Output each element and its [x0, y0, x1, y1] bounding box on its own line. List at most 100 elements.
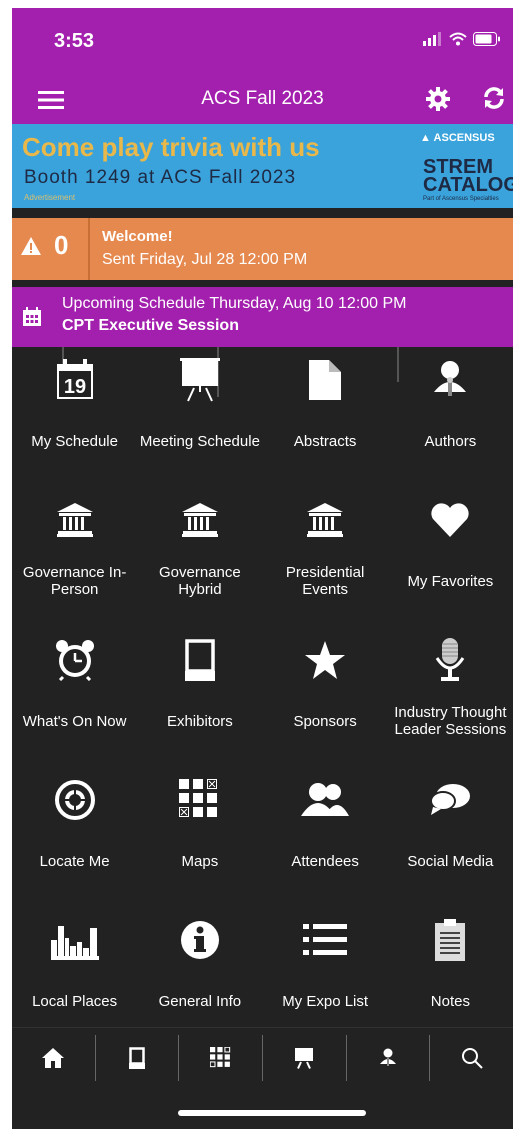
tile-presidential-events[interactable]: Presidential Events: [263, 487, 388, 627]
notification-title: Welcome!: [102, 228, 173, 245]
signal-icon: [423, 32, 441, 46]
speaker-icon: [434, 361, 467, 396]
gear-icon[interactable]: [425, 86, 451, 117]
speaker-icon: [380, 1048, 397, 1066]
tile-label: My Favorites: [407, 572, 494, 590]
bottom-tab-bar: [12, 1027, 513, 1088]
tile-attendees[interactable]: Attendees: [263, 767, 388, 907]
upcoming-session: CPT Executive Session: [62, 317, 239, 334]
tile-social-media[interactable]: Social Media: [388, 767, 513, 907]
notification-banner[interactable]: 0 Welcome! Sent Friday, Jul 28 12:00 PM: [12, 218, 513, 280]
sync-icon[interactable]: [482, 86, 506, 115]
ad-product-note: Part of Ascensus Specialties: [423, 196, 499, 202]
tile-sponsors[interactable]: Sponsors: [263, 627, 388, 767]
booth-icon: [129, 1047, 145, 1069]
alarm-clock-icon: [55, 640, 94, 681]
upcoming-line1: Upcoming Schedule Thursday, Aug 10 12:00…: [62, 295, 407, 312]
tile-label: Authors: [424, 432, 477, 450]
notification-count: 0: [54, 230, 69, 260]
upcoming-schedule-banner[interactable]: Upcoming Schedule Thursday, Aug 10 12:00…: [12, 287, 513, 347]
battery-icon: [473, 32, 500, 46]
tile-general-info[interactable]: General Info: [137, 907, 262, 1047]
target-icon: [54, 780, 95, 820]
calendar-icon: 19: [56, 359, 93, 399]
feature-grid: 19 My Schedule Meeting Schedule Abstract…: [12, 347, 513, 1047]
wifi-icon: [449, 32, 467, 46]
map-grid-icon: [209, 1047, 230, 1068]
tile-label: Governance In-Person: [22, 564, 127, 598]
tile-label: Attendees: [291, 852, 359, 870]
tile-label: Maps: [181, 852, 219, 870]
tile-label: Industry Thought Leader Sessions: [394, 704, 507, 738]
ad-brand: ▲ ASCENSUS: [420, 132, 495, 144]
divider: [88, 218, 90, 280]
ad-product-line2: CATALOG: [423, 174, 513, 196]
building-icon: [181, 503, 218, 537]
tile-label: What's On Now: [22, 712, 127, 730]
tile-notes[interactable]: Notes: [388, 907, 513, 1047]
tab-home[interactable]: [12, 1035, 96, 1081]
tile-abstracts[interactable]: Abstracts: [263, 347, 388, 487]
warning-icon: [21, 237, 41, 255]
tile-label: Notes: [430, 992, 470, 1010]
ad-subline: Booth 1249 at ACS Fall 2023: [24, 167, 297, 188]
tab-maps[interactable]: [179, 1035, 264, 1081]
tile-local-places[interactable]: Local Places: [12, 907, 137, 1047]
home-indicator[interactable]: [178, 1110, 366, 1116]
tile-governance-hybrid[interactable]: Governance Hybrid: [137, 487, 262, 627]
tile-authors[interactable]: Authors: [388, 347, 513, 487]
ad-headline: Come play trivia with us: [22, 132, 320, 162]
heart-icon: [431, 503, 469, 537]
tile-locate-me[interactable]: Locate Me: [12, 767, 137, 907]
system-icons: [423, 32, 501, 46]
chat-bubble-icon: [430, 784, 471, 815]
tile-label: My Schedule: [31, 432, 118, 450]
tile-my-expo-list[interactable]: My Expo List: [263, 907, 388, 1047]
tile-industry-thought-leader-sessions[interactable]: Industry Thought Leader Sessions: [388, 627, 513, 767]
tile-label: Locate Me: [39, 852, 110, 870]
ad-banner[interactable]: Come play trivia with us Booth 1249 at A…: [12, 124, 513, 208]
header-bar: ACS Fall 2023: [12, 78, 513, 124]
tab-exhibitors[interactable]: [96, 1035, 180, 1081]
tile-label: Abstracts: [293, 432, 357, 450]
tile-governance-in-person[interactable]: Governance In-Person: [12, 487, 137, 627]
tile-my-favorites[interactable]: My Favorites: [388, 487, 513, 627]
clipboard-icon: [435, 919, 466, 961]
ad-label: Advertisement: [24, 193, 76, 202]
star-icon: [305, 641, 346, 679]
tab-meeting-schedule[interactable]: [263, 1035, 347, 1081]
tab-search[interactable]: [430, 1035, 513, 1081]
list-icon: [303, 924, 348, 955]
tile-label: General Info: [158, 992, 242, 1010]
tab-authors[interactable]: [347, 1035, 431, 1081]
tile-my-schedule[interactable]: 19 My Schedule: [12, 347, 137, 487]
document-icon: [309, 360, 342, 400]
presentation-icon: [295, 1048, 314, 1069]
tile-label: Social Media: [407, 852, 494, 870]
status-time: 3:53: [54, 30, 95, 52]
ad-product: STREM CATALOG: [423, 157, 513, 196]
building-icon: [56, 503, 93, 537]
tile-label: Exhibitors: [166, 712, 233, 730]
map-grid-icon: [178, 779, 217, 817]
info-icon: [180, 921, 219, 959]
tile-maps[interactable]: Maps: [137, 767, 262, 907]
status-bar: 3:53: [12, 8, 513, 78]
tile-label: Governance Hybrid: [159, 564, 241, 598]
building-icon: [307, 503, 344, 537]
tile-label: Meeting Schedule: [139, 432, 260, 450]
tile-label: Presidential Events: [285, 564, 365, 598]
tile-meeting-schedule[interactable]: Meeting Schedule: [137, 347, 262, 487]
notification-subtitle: Sent Friday, Jul 28 12:00 PM: [102, 251, 308, 268]
ad-brand-name: ASCENSUS: [433, 132, 495, 144]
search-icon: [461, 1048, 483, 1069]
tile-whats-on-now[interactable]: What's On Now: [12, 627, 137, 767]
presentation-icon: [179, 358, 220, 402]
people-icon: [301, 783, 350, 816]
home-icon: [42, 1048, 65, 1068]
tile-label: Sponsors: [293, 712, 357, 730]
tile-exhibitors[interactable]: Exhibitors: [137, 627, 262, 767]
microphone-icon: [436, 638, 465, 681]
tile-label: Local Places: [32, 992, 118, 1010]
app-screen: 3:53 ACS Fall 2023 Come play trivia with…: [12, 8, 513, 1129]
